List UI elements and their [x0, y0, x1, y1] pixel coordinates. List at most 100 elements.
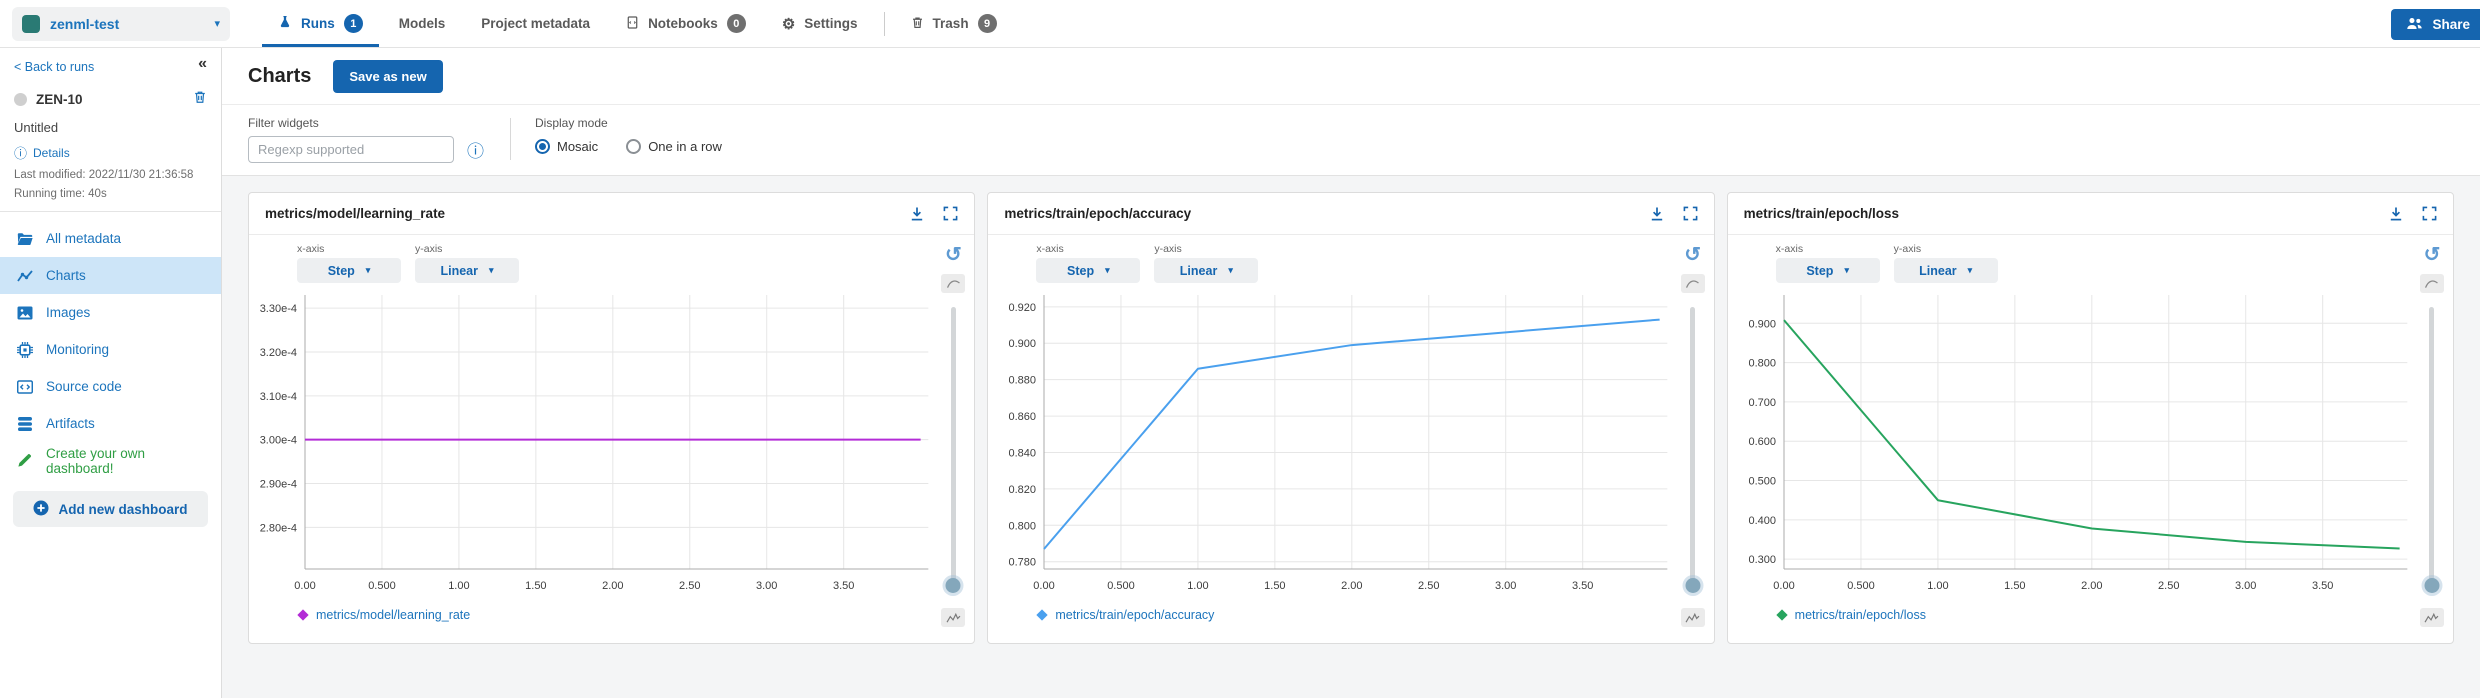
run-id: ZEN-10: [36, 92, 83, 107]
radio-one-in-a-row[interactable]: One in a row: [626, 139, 722, 154]
svg-text:3.50: 3.50: [1572, 580, 1593, 592]
tab-settings[interactable]: ⚙ Settings: [764, 0, 876, 47]
sidebar-item-artifacts[interactable]: Artifacts: [0, 405, 221, 442]
create-dashboard-link[interactable]: Create your own dashboard!: [0, 442, 221, 479]
tab-models-label: Models: [398, 16, 446, 31]
fullscreen-icon[interactable]: [1683, 206, 1698, 221]
details-link[interactable]: ⓘ Details: [14, 143, 207, 162]
smoothing-curve-icon[interactable]: [941, 274, 966, 293]
tab-models[interactable]: Models: [381, 0, 464, 47]
download-icon[interactable]: [909, 206, 925, 222]
y-axis-control: y-axis Linear ▾: [1893, 243, 1998, 283]
svg-text:2.00: 2.00: [602, 580, 623, 592]
tab-settings-label: Settings: [804, 16, 858, 31]
svg-text:0.880: 0.880: [1009, 375, 1037, 387]
legend-label[interactable]: metrics/train/epoch/accuracy: [1055, 608, 1214, 622]
x-axis-label: x-axis: [1036, 243, 1064, 255]
tab-notebooks[interactable]: Notebooks 0: [608, 0, 764, 47]
raw-data-zigzag-icon[interactable]: [941, 608, 966, 627]
delete-run-icon[interactable]: [193, 89, 207, 110]
sidebar-item-charts[interactable]: Charts: [0, 257, 221, 294]
smoothing-slider-handle[interactable]: [2424, 578, 2440, 593]
chevron-down-icon: ▾: [1967, 265, 1973, 275]
y-axis-label: y-axis: [1154, 243, 1182, 255]
smoothing-slider[interactable]: [2424, 307, 2440, 593]
svg-text:1.00: 1.00: [1188, 580, 1209, 592]
smoothing-curve-icon[interactable]: [1680, 274, 1705, 293]
tab-runs[interactable]: Runs 1: [260, 0, 381, 47]
raw-data-zigzag-icon[interactable]: [1680, 608, 1705, 627]
y-axis-dropdown[interactable]: Linear ▾: [1893, 258, 1998, 283]
svg-text:3.30e-4: 3.30e-4: [260, 303, 297, 315]
x-axis-dropdown[interactable]: Step ▾: [1775, 258, 1880, 283]
legend-label[interactable]: metrics/model/learning_rate: [316, 608, 470, 622]
svg-text:0.840: 0.840: [1009, 447, 1037, 459]
image-icon: [17, 305, 33, 321]
fullscreen-icon[interactable]: [943, 206, 958, 221]
x-axis-dropdown[interactable]: Step ▾: [297, 258, 401, 283]
notebooks-count-badge: 0: [726, 14, 746, 33]
create-dashboard-label: Create your own dashboard!: [46, 445, 146, 476]
svg-text:2.50: 2.50: [2158, 580, 2179, 592]
project-name: zenml-test: [50, 15, 120, 32]
smoothing-slider[interactable]: [1685, 307, 1701, 593]
notebook-icon: [626, 15, 639, 33]
svg-text:0.600: 0.600: [1748, 436, 1776, 448]
filter-widgets-input[interactable]: [248, 136, 454, 163]
filter-widgets-label: Filter widgets: [248, 116, 319, 130]
svg-text:1.50: 1.50: [2004, 580, 2025, 592]
chevron-down-icon: ▾: [1844, 265, 1849, 275]
legend-label[interactable]: metrics/train/epoch/loss: [1795, 608, 1926, 622]
smoothing-curve-icon[interactable]: [2419, 274, 2444, 293]
svg-text:3.50: 3.50: [2312, 580, 2333, 592]
smoothing-slider-handle[interactable]: [945, 578, 961, 593]
charts-header: Charts Save as new: [222, 48, 2480, 105]
fullscreen-icon[interactable]: [2422, 206, 2437, 221]
last-modified-text: Last modified: 2022/11/30 21:36:58: [14, 169, 194, 181]
sidebar-item-images[interactable]: Images: [0, 294, 221, 331]
tab-trash[interactable]: Trash 9: [893, 0, 1015, 47]
svg-text:1.00: 1.00: [1927, 580, 1948, 592]
svg-text:0.500: 0.500: [1108, 580, 1136, 592]
reset-zoom-icon[interactable]: ↺: [2424, 245, 2441, 265]
sidebar-item-label: Monitoring: [46, 342, 110, 357]
smoothing-slider[interactable]: [945, 307, 961, 593]
y-axis-dropdown[interactable]: Linear ▾: [1154, 258, 1259, 283]
smoothing-slider-handle[interactable]: [1685, 578, 1701, 593]
radio-unselected-icon: [626, 139, 642, 154]
download-icon[interactable]: [2388, 206, 2404, 222]
download-icon[interactable]: [1649, 206, 1665, 222]
sidebar-item-monitoring[interactable]: Monitoring: [0, 331, 221, 368]
share-button[interactable]: Share: [2391, 9, 2480, 40]
reset-zoom-icon[interactable]: ↺: [945, 245, 962, 265]
collapse-sidebar-icon[interactable]: «: [198, 55, 207, 73]
svg-text:0.900: 0.900: [1748, 318, 1776, 330]
y-axis-dropdown[interactable]: Linear ▾: [415, 258, 519, 283]
raw-data-zigzag-icon[interactable]: [2419, 608, 2444, 627]
sidebar-item-source-code[interactable]: Source code: [0, 368, 221, 405]
svg-text:0.860: 0.860: [1009, 411, 1037, 423]
info-icon[interactable]: ⓘ: [467, 137, 484, 162]
add-new-dashboard-button[interactable]: Add new dashboard: [13, 491, 208, 527]
project-selector[interactable]: zenml-test ▾: [12, 6, 230, 41]
tab-project-metadata[interactable]: Project metadata: [463, 0, 608, 47]
sidebar-item-all-metadata[interactable]: All metadata: [0, 220, 221, 257]
reset-zoom-icon[interactable]: ↺: [1684, 245, 1701, 265]
run-summary: < Back to runs « ZEN-10 Untitled ⓘ Detai…: [0, 48, 221, 200]
save-as-new-button[interactable]: Save as new: [333, 59, 443, 93]
back-to-runs-link[interactable]: < Back to runs: [14, 60, 94, 74]
sidebar-item-label: All metadata: [46, 231, 122, 246]
project-logo: [22, 14, 40, 33]
pencil-icon: [17, 453, 33, 469]
x-axis-dropdown[interactable]: Step ▾: [1036, 258, 1141, 283]
top-bar: zenml-test ▾ Runs 1 Models Project metad…: [0, 0, 2480, 48]
y-axis-value: Linear: [1179, 263, 1218, 278]
svg-text:0.00: 0.00: [1773, 580, 1794, 592]
svg-text:3.50: 3.50: [833, 580, 854, 592]
svg-text:2.50: 2.50: [1418, 580, 1439, 592]
chart-title: metrics/train/epoch/loss: [1743, 206, 1899, 221]
y-axis-label: y-axis: [1893, 243, 1922, 255]
y-axis-control: y-axis Linear ▾: [1154, 243, 1259, 283]
radio-mosaic[interactable]: Mosaic: [535, 139, 598, 154]
x-axis-label: x-axis: [297, 243, 325, 255]
